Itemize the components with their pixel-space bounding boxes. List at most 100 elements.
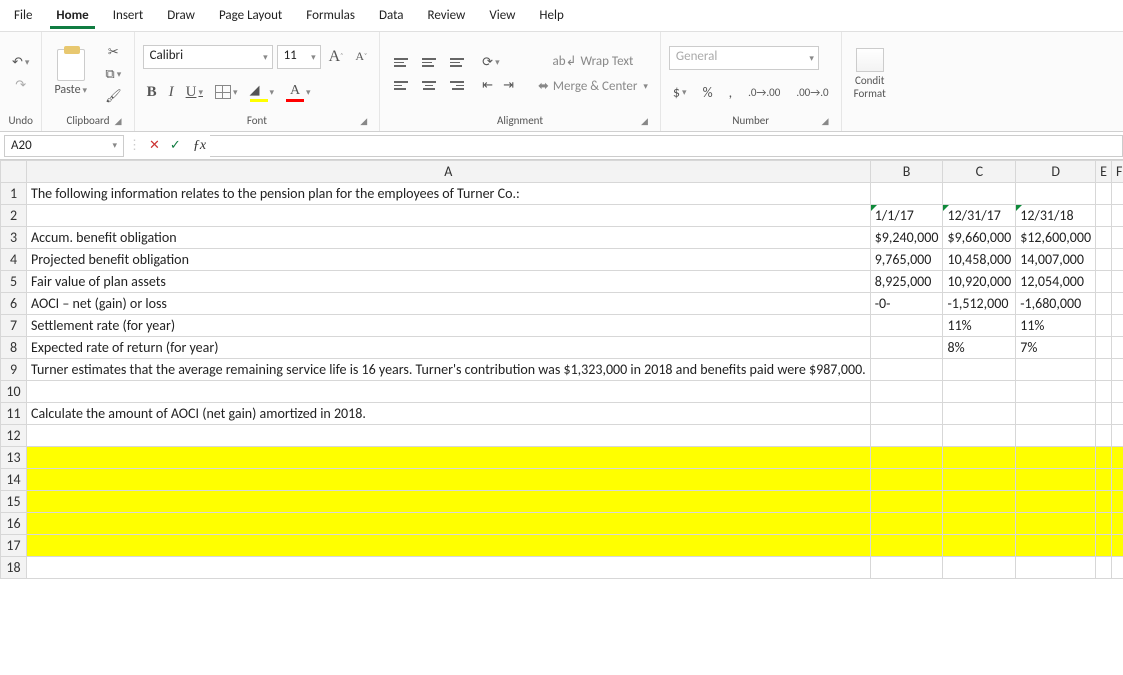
menu-tab-help[interactable]: Help: [533, 2, 569, 29]
row-header-8[interactable]: 8: [1, 337, 27, 359]
cell-B16[interactable]: [870, 513, 943, 535]
align-top-button[interactable]: [388, 53, 414, 72]
cell-D2[interactable]: 12/31/18: [1016, 205, 1096, 227]
wrap-text-button[interactable]: ab↲Wrap Text: [534, 52, 652, 71]
cell-F18[interactable]: [1111, 557, 1123, 579]
spreadsheet[interactable]: ABCDEFGH1The following information relat…: [0, 160, 1123, 675]
cell-D9[interactable]: [1016, 359, 1096, 381]
column-header-E[interactable]: E: [1096, 161, 1112, 183]
row-header-5[interactable]: 5: [1, 271, 27, 293]
cell-A1[interactable]: The following information relates to the…: [27, 183, 871, 205]
cell-A14[interactable]: [27, 469, 871, 491]
row-header-17[interactable]: 17: [1, 535, 27, 557]
column-header-F[interactable]: F: [1111, 161, 1123, 183]
cell-B13[interactable]: [870, 447, 943, 469]
cell-E7[interactable]: [1096, 315, 1112, 337]
cell-C2[interactable]: 12/31/17: [943, 205, 1016, 227]
decrease-font-button[interactable]: Aˇ: [351, 47, 371, 66]
dialog-launcher-icon[interactable]: ◢: [822, 116, 829, 127]
cancel-formula-button[interactable]: ✕: [145, 136, 164, 155]
dialog-launcher-icon[interactable]: ◢: [360, 116, 367, 127]
fx-icon[interactable]: ƒx: [193, 138, 206, 154]
cell-C18[interactable]: [943, 557, 1016, 579]
italic-button[interactable]: I: [165, 82, 178, 103]
font-name-select[interactable]: Calibri▾: [143, 45, 273, 69]
enter-formula-button[interactable]: ✓: [166, 136, 185, 155]
borders-button[interactable]: ▾: [211, 83, 242, 101]
cell-D13[interactable]: [1016, 447, 1096, 469]
row-header-6[interactable]: 6: [1, 293, 27, 315]
cell-A15[interactable]: [27, 491, 871, 513]
cell-D6[interactable]: -1,680,000: [1016, 293, 1096, 315]
cell-D15[interactable]: [1016, 491, 1096, 513]
row-header-7[interactable]: 7: [1, 315, 27, 337]
orientation-button[interactable]: ⟳▾: [478, 53, 503, 72]
row-header-3[interactable]: 3: [1, 227, 27, 249]
cell-B5[interactable]: 8,925,000: [870, 271, 943, 293]
row-header-10[interactable]: 10: [1, 381, 27, 403]
cell-F10[interactable]: [1111, 381, 1123, 403]
row-header-12[interactable]: 12: [1, 425, 27, 447]
cell-F11[interactable]: [1111, 403, 1123, 425]
cell-E5[interactable]: [1096, 271, 1112, 293]
cell-E6[interactable]: [1096, 293, 1112, 315]
cell-B10[interactable]: [870, 381, 943, 403]
cell-E2[interactable]: [1096, 205, 1112, 227]
cell-D5[interactable]: 12,054,000: [1016, 271, 1096, 293]
cell-E3[interactable]: [1096, 227, 1112, 249]
cell-B4[interactable]: 9,765,000: [870, 249, 943, 271]
cell-C11[interactable]: [943, 403, 1016, 425]
percent-format-button[interactable]: %: [699, 82, 717, 103]
font-size-select[interactable]: 11▾: [277, 45, 321, 69]
row-header-2[interactable]: 2: [1, 205, 27, 227]
cell-E8[interactable]: [1096, 337, 1112, 359]
cell-A7[interactable]: Settlement rate (for year): [27, 315, 871, 337]
font-color-button[interactable]: A▾: [282, 81, 315, 104]
column-header-C[interactable]: C: [943, 161, 1016, 183]
cell-C14[interactable]: [943, 469, 1016, 491]
accounting-format-button[interactable]: $▾: [669, 82, 691, 103]
cell-A8[interactable]: Expected rate of return (for year): [27, 337, 871, 359]
column-header-D[interactable]: D: [1016, 161, 1096, 183]
cell-D10[interactable]: [1016, 381, 1096, 403]
dialog-launcher-icon[interactable]: ◢: [641, 116, 648, 127]
column-header-A[interactable]: A: [27, 161, 871, 183]
cell-F17[interactable]: [1111, 535, 1123, 557]
cell-D4[interactable]: 14,007,000: [1016, 249, 1096, 271]
decrease-indent-button[interactable]: ⇤: [478, 76, 497, 95]
conditional-formatting-button[interactable]: Condit Format: [850, 46, 890, 102]
cell-B18[interactable]: [870, 557, 943, 579]
cut-button[interactable]: ✂: [101, 43, 126, 62]
cell-F3[interactable]: [1111, 227, 1123, 249]
cell-B3[interactable]: $9,240,000: [870, 227, 943, 249]
cell-A4[interactable]: Projected benefit obligation: [27, 249, 871, 271]
cell-E9[interactable]: [1096, 359, 1112, 381]
cell-C15[interactable]: [943, 491, 1016, 513]
row-header-11[interactable]: 11: [1, 403, 27, 425]
cell-D12[interactable]: [1016, 425, 1096, 447]
cell-A17[interactable]: [27, 535, 871, 557]
cell-F2[interactable]: [1111, 205, 1123, 227]
align-right-button[interactable]: [444, 76, 470, 95]
cell-A16[interactable]: [27, 513, 871, 535]
cell-A9[interactable]: Turner estimates that the average remain…: [27, 359, 871, 381]
increase-decimal-button[interactable]: .0→.00: [744, 84, 784, 101]
row-header-9[interactable]: 9: [1, 359, 27, 381]
menu-tab-insert[interactable]: Insert: [107, 2, 150, 29]
row-header-18[interactable]: 18: [1, 557, 27, 579]
number-format-select[interactable]: General▾: [669, 46, 819, 70]
cell-C17[interactable]: [943, 535, 1016, 557]
cell-E11[interactable]: [1096, 403, 1112, 425]
cell-F12[interactable]: [1111, 425, 1123, 447]
cell-F9[interactable]: [1111, 359, 1123, 381]
dialog-launcher-icon[interactable]: ◢: [115, 116, 122, 127]
cell-E1[interactable]: [1096, 183, 1112, 205]
format-painter-button[interactable]: 🖌: [101, 87, 126, 106]
cell-F4[interactable]: [1111, 249, 1123, 271]
align-bottom-button[interactable]: [444, 53, 470, 72]
cell-D18[interactable]: [1016, 557, 1096, 579]
increase-indent-button[interactable]: ⇥: [499, 76, 518, 95]
underline-button[interactable]: U▾: [182, 82, 207, 103]
cell-B15[interactable]: [870, 491, 943, 513]
cell-B2[interactable]: 1/1/17: [870, 205, 943, 227]
